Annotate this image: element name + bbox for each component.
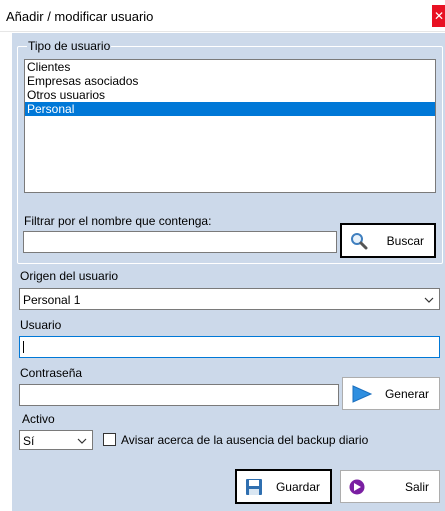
chevron-down-icon [77, 438, 87, 444]
list-item-empresas-asociados[interactable]: Empresas asociados [25, 74, 435, 88]
list-item-clientes[interactable]: Clientes [25, 60, 435, 74]
list-item-otros-usuarios[interactable]: Otros usuarios [25, 88, 435, 102]
generate-button-label: Generar [384, 386, 429, 401]
origin-selected-value: Personal 1 [23, 293, 81, 307]
username-input[interactable] [19, 336, 440, 358]
backup-warning-checkbox[interactable] [103, 433, 116, 446]
password-input[interactable] [19, 384, 339, 406]
origin-select[interactable]: Personal 1 [19, 288, 440, 310]
search-button-label: Buscar [386, 233, 424, 248]
title-bar: Añadir / modificar usuario ✕ [0, 0, 445, 32]
play-arrow-icon [351, 384, 373, 403]
username-label: Usuario [20, 318, 62, 332]
close-icon: ✕ [433, 9, 445, 23]
filter-input[interactable] [23, 231, 337, 253]
floppy-disk-icon [245, 478, 263, 496]
user-type-listbox[interactable]: Clientes Empresas asociados Otros usuari… [24, 59, 436, 193]
user-type-legend: Tipo de usuario [27, 39, 112, 53]
exit-button[interactable]: Salir [340, 470, 440, 503]
exit-arrow-icon [349, 479, 365, 495]
active-selected-value: Sí [23, 434, 35, 448]
close-button[interactable]: ✕ [432, 5, 445, 27]
search-button[interactable]: Buscar [340, 223, 436, 258]
active-label: Activo [22, 412, 55, 426]
magnifier-icon [350, 232, 368, 250]
generate-button[interactable]: Generar [342, 377, 440, 410]
exit-button-label: Salir [404, 479, 429, 494]
filter-label: Filtrar por el nombre que contenga: [24, 214, 212, 228]
save-button[interactable]: Guardar [235, 469, 332, 504]
chevron-down-icon [424, 297, 434, 303]
password-label: Contraseña [20, 366, 83, 380]
list-item-personal[interactable]: Personal [25, 102, 435, 116]
text-caret [23, 341, 24, 353]
active-select[interactable]: Sí [19, 430, 93, 450]
window-title: Añadir / modificar usuario [6, 9, 154, 24]
save-button-label: Guardar [275, 479, 320, 494]
origin-label: Origen del usuario [20, 269, 119, 283]
backup-warning-label[interactable]: Avisar acerca de la ausencia del backup … [121, 433, 368, 447]
